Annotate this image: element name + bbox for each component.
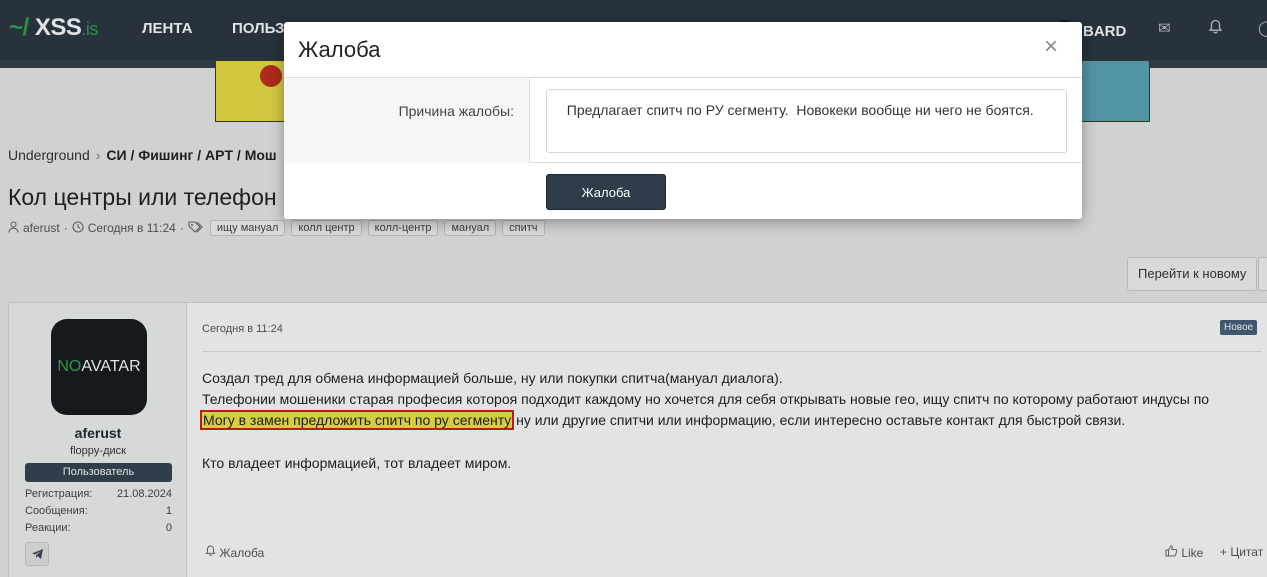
reason-row: Причина жалобы: Предлагает спитч по РУ с… bbox=[284, 79, 1082, 163]
modal-header: Жалоба × bbox=[284, 22, 1082, 78]
reason-label-cell: Причина жалобы: bbox=[284, 79, 530, 163]
submit-report-button[interactable]: Жалоба bbox=[546, 174, 666, 210]
modal-title: Жалоба bbox=[298, 37, 381, 62]
close-icon[interactable]: × bbox=[1040, 35, 1062, 59]
reason-input[interactable]: Предлагает спитч по РУ сегменту. Новокек… bbox=[546, 89, 1067, 153]
modal-footer: Жалоба bbox=[284, 164, 1082, 219]
report-modal: Жалоба × Причина жалобы: Предлагает спит… bbox=[284, 22, 1082, 219]
reason-label: Причина жалобы: bbox=[398, 103, 514, 119]
